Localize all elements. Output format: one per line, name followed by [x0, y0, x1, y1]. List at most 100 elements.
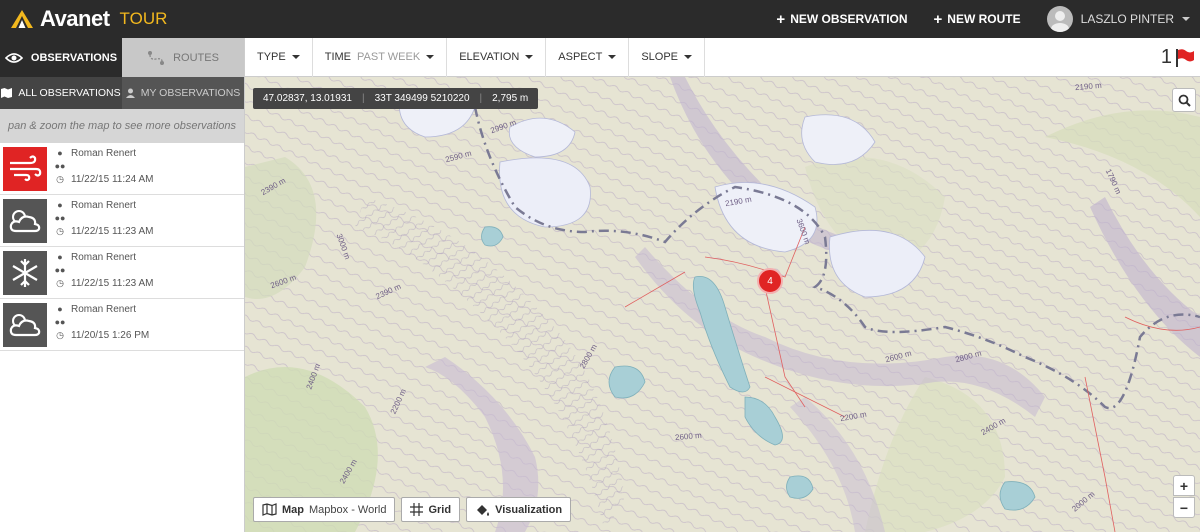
user-icon: ●: [57, 304, 63, 314]
map-search-button[interactable]: [1172, 88, 1196, 112]
subtab-all-label: ALL OBSERVATIONS: [18, 87, 121, 99]
map-icon: [262, 503, 277, 516]
filter-elevation[interactable]: ELEVATION: [447, 37, 547, 77]
map-icon: [1, 88, 13, 98]
clock-icon: ◷: [56, 278, 64, 288]
search-icon: [1178, 94, 1191, 107]
tab-observations-label: OBSERVATIONS: [30, 51, 118, 64]
plus-icon: +: [933, 10, 943, 28]
grid-icon: [410, 503, 424, 516]
grid-toggle-button[interactable]: Grid: [401, 497, 461, 522]
topographic-map[interactable]: 2390 m 2990 m 2590 m 3000 m 2190 m 3600 …: [245, 77, 1200, 532]
eye-icon: [4, 52, 23, 63]
filter-type[interactable]: TYPE: [245, 37, 313, 77]
chevron-down-icon: [426, 55, 435, 59]
subtab-my-label: MY OBSERVATIONS: [140, 87, 241, 99]
group-icon: ●●: [54, 265, 66, 275]
map-terrain: [245, 77, 1200, 532]
separator: |: [361, 93, 365, 104]
map-layer-value: Mapbox - World: [309, 503, 387, 516]
list-item[interactable]: ● Roman Renert ●● ◷ 11/22/15 11:23 AM: [0, 195, 244, 247]
filter-time-label: TIME: [324, 51, 352, 63]
grid-label: Grid: [428, 503, 452, 516]
chevron-down-icon: [608, 55, 617, 59]
filter-aspect-label: ASPECT: [558, 51, 603, 63]
new-observation-label: NEW OBSERVATION: [790, 12, 908, 26]
filter-type-label: TYPE: [257, 51, 286, 63]
filter-time-value: PAST WEEK: [357, 51, 421, 63]
chevron-down-icon: [1182, 17, 1190, 21]
new-observation-button[interactable]: + NEW OBSERVATION: [776, 12, 907, 27]
user-name: LASZLO PINTER: [1080, 12, 1174, 26]
avanet-logo-icon: [11, 10, 33, 28]
flag-icon: [1176, 48, 1194, 67]
list-item[interactable]: ● Roman Renert ●● ◷ 11/20/15 1:26 PM: [0, 299, 244, 351]
top-navigation-bar: Avanet TOUR + NEW OBSERVATION + NEW ROUT…: [0, 0, 1200, 38]
zoom-in-button[interactable]: +: [1173, 475, 1195, 496]
tab-routes[interactable]: ROUTES: [122, 38, 244, 77]
flag-counter[interactable]: 1: [1161, 46, 1195, 69]
filter-time[interactable]: TIME PAST WEEK: [313, 37, 448, 77]
subtab-my-observations[interactable]: MY OBSERVATIONS: [122, 77, 244, 109]
list-item[interactable]: ● Roman Renert ●● ◷ 11/22/15 11:23 AM: [0, 247, 244, 299]
chevron-down-icon: [525, 55, 534, 59]
group-icon: ●●: [54, 213, 66, 223]
coordinate-readout: 47.02837, 13.01931 | 33T 349499 5210220 …: [253, 88, 539, 109]
user-icon: ●: [57, 252, 63, 262]
cloud-icon: [9, 314, 41, 337]
chevron-down-icon: [291, 55, 300, 59]
flag-count: 1: [1160, 46, 1172, 68]
brand-name: Avanet: [40, 6, 110, 31]
wind-icon: [10, 155, 42, 182]
snowflake-icon: [12, 259, 38, 287]
cloud-icon: [9, 210, 41, 233]
user-icon: ●: [57, 200, 63, 210]
tab-routes-label: ROUTES: [173, 51, 219, 64]
visualization-label: Visualization: [495, 503, 563, 516]
filter-slope[interactable]: SLOPE: [629, 37, 705, 77]
observation-datetime: 11/20/15 1:26 PM: [71, 330, 150, 341]
observation-author: Roman Renert: [71, 200, 137, 211]
clock-icon: ◷: [56, 174, 64, 184]
observation-author: Roman Renert: [71, 148, 137, 159]
separator: |: [479, 93, 483, 104]
filter-aspect[interactable]: ASPECT: [546, 37, 630, 77]
observation-author: Roman Renert: [71, 252, 137, 263]
avatar: [1046, 6, 1073, 32]
new-route-label: NEW ROUTE: [947, 12, 1021, 26]
observation-type-badge: [3, 251, 47, 295]
clock-icon: ◷: [56, 330, 64, 340]
brand-suffix: TOUR: [119, 9, 168, 28]
observation-author: Roman Renert: [71, 304, 137, 315]
sidebar: OBSERVATIONS ROUTES ALL OBSERVATIONS MY …: [0, 38, 245, 532]
group-icon: ●●: [54, 317, 66, 327]
map-layer-button[interactable]: Map Mapbox - World: [253, 497, 396, 522]
pan-zoom-hint: pan & zoom the map to see more observati…: [0, 109, 244, 143]
chevron-down-icon: [684, 55, 692, 59]
user-menu[interactable]: LASZLO PINTER: [1046, 6, 1190, 32]
observation-type-badge: [3, 199, 47, 243]
observation-datetime: 11/22/15 11:23 AM: [71, 278, 154, 289]
group-icon: ●●: [54, 161, 66, 171]
clock-icon: ◷: [56, 226, 64, 236]
plus-icon: +: [776, 10, 786, 28]
tab-observations[interactable]: OBSERVATIONS: [0, 38, 122, 77]
new-route-button[interactable]: + NEW ROUTE: [934, 12, 1021, 27]
visualization-button[interactable]: Visualization: [466, 497, 572, 522]
observation-datetime: 11/22/15 11:23 AM: [71, 226, 154, 237]
observation-cluster-marker[interactable]: 4: [757, 268, 783, 294]
observation-type-badge: [3, 303, 47, 347]
subtab-all-observations[interactable]: ALL OBSERVATIONS: [0, 77, 122, 109]
observation-datetime: 11/22/15 11:24 AM: [71, 174, 154, 185]
route-icon: [148, 50, 165, 65]
paint-bucket-icon: [477, 504, 490, 516]
brand-logo[interactable]: Avanet TOUR: [10, 6, 167, 32]
observation-type-badge: [3, 147, 47, 191]
filter-toolbar: TYPE TIME PAST WEEK ELEVATION ASPECT SLO…: [245, 37, 1200, 77]
list-item[interactable]: ● Roman Renert ●● ◷ 11/22/15 11:24 AM: [0, 143, 244, 195]
altitude-value: 2,795 m: [492, 93, 529, 104]
filter-slope-label: SLOPE: [641, 51, 678, 63]
utm-value: 33T 349499 5210220: [374, 93, 470, 104]
filter-elevation-label: ELEVATION: [459, 51, 520, 63]
zoom-out-button[interactable]: −: [1173, 497, 1195, 518]
